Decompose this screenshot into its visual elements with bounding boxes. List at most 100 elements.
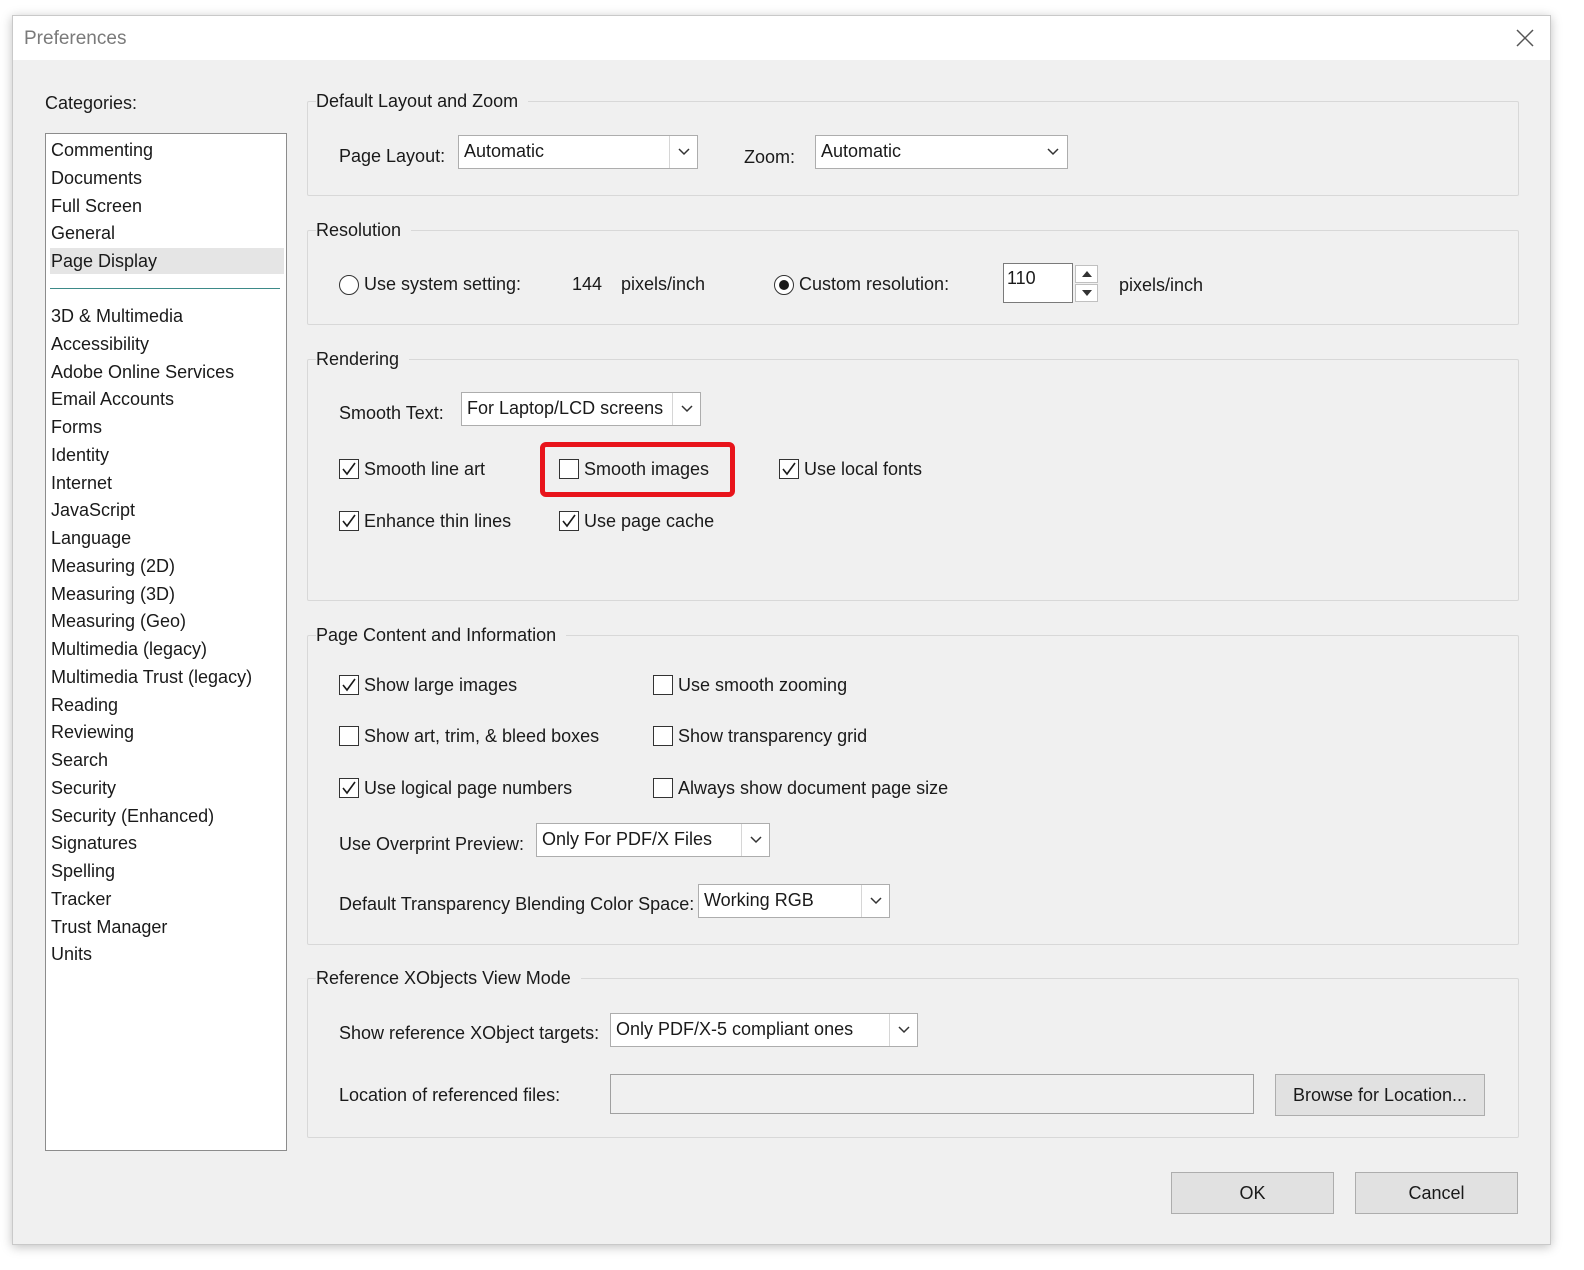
smooth-line-art-checkbox[interactable]	[339, 459, 359, 479]
enhance-thin-lines-checkbox[interactable]	[339, 511, 359, 531]
show-large-images-label: Show large images	[364, 675, 518, 695]
show-transparency-grid-label: Show transparency grid	[678, 726, 868, 746]
category-item[interactable]: Security (Enhanced)	[50, 803, 214, 829]
category-item[interactable]: Reviewing	[50, 719, 134, 745]
show-large-images-checkbox[interactable]	[339, 675, 359, 695]
category-item[interactable]: Reading	[50, 692, 118, 718]
spin-up-button[interactable]	[1075, 265, 1098, 283]
overprint-value: Only For PDF/X Files	[542, 829, 713, 849]
smooth-line-art-label: Smooth line art	[364, 459, 486, 479]
checkmark-icon	[342, 678, 356, 692]
use-smooth-zooming-label: Use smooth zooming	[678, 675, 848, 695]
location-label: Location of referenced files:	[339, 1085, 561, 1105]
use-logical-page-numbers-label: Use logical page numbers	[364, 778, 573, 798]
chevron-down-icon	[861, 885, 889, 917]
use-page-cache-checkbox[interactable]	[559, 511, 579, 531]
smooth-text-select[interactable]: For Laptop/LCD screens	[461, 392, 701, 426]
category-item[interactable]: JavaScript	[50, 497, 135, 523]
category-item[interactable]: Multimedia Trust (legacy)	[50, 664, 252, 690]
category-item[interactable]: Adobe Online Services	[50, 359, 234, 385]
page-layout-value: Automatic	[464, 141, 545, 161]
xobject-targets-label: Show reference XObject targets:	[339, 1023, 600, 1043]
smooth-text-value: For Laptop/LCD screens	[467, 398, 664, 418]
xobject-targets-select[interactable]: Only PDF/X-5 compliant ones	[610, 1013, 918, 1047]
rendering-title: Rendering	[316, 346, 410, 372]
custom-resolution-input[interactable]: 110	[1003, 263, 1073, 303]
resolution-title: Resolution	[316, 217, 412, 243]
system-resolution-value: 144	[572, 274, 603, 294]
close-icon[interactable]	[1514, 27, 1536, 49]
chevron-down-icon	[889, 1014, 917, 1046]
category-item[interactable]: Identity	[50, 442, 109, 468]
category-item[interactable]: Measuring (3D)	[50, 581, 175, 607]
category-item[interactable]: Measuring (2D)	[50, 553, 175, 579]
category-item[interactable]: Security	[50, 775, 116, 801]
custom-resolution-unit: pixels/inch	[1119, 275, 1204, 295]
smooth-text-label: Smooth Text:	[339, 403, 444, 423]
chevron-down-icon	[741, 824, 769, 856]
system-setting-radio[interactable]	[339, 275, 359, 295]
browse-location-button[interactable]: Browse for Location...	[1275, 1074, 1485, 1116]
always-show-page-size-checkbox[interactable]	[653, 778, 673, 798]
show-art-trim-bleed-checkbox[interactable]	[339, 726, 359, 746]
always-show-page-size-label: Always show document page size	[678, 778, 949, 798]
enhance-thin-lines-label: Enhance thin lines	[364, 511, 512, 531]
use-logical-page-numbers-checkbox[interactable]	[339, 778, 359, 798]
category-item[interactable]: Internet	[50, 470, 112, 496]
checkmark-icon	[562, 514, 576, 528]
category-item[interactable]: Tracker	[50, 886, 111, 912]
zoom-select[interactable]: Automatic	[815, 135, 1068, 169]
category-item[interactable]: Spelling	[50, 858, 115, 884]
checkmark-icon	[342, 462, 356, 476]
category-item[interactable]: Language	[50, 525, 131, 551]
category-item[interactable]: Documents	[50, 165, 142, 191]
title-bar: Preferences	[13, 16, 1550, 60]
page-content-title: Page Content and Information	[316, 622, 567, 648]
categories-heading: Categories:	[45, 93, 138, 113]
blending-select[interactable]: Working RGB	[698, 884, 890, 918]
show-transparency-grid-checkbox[interactable]	[653, 726, 673, 746]
preferences-dialog: Preferences Categories: Commenting Docume…	[12, 15, 1551, 1245]
category-item[interactable]: Email Accounts	[50, 386, 174, 412]
category-item[interactable]: Full Screen	[50, 193, 142, 219]
use-smooth-zooming-checkbox[interactable]	[653, 675, 673, 695]
caret-down-icon	[1082, 290, 1092, 296]
cancel-button[interactable]: Cancel	[1355, 1172, 1518, 1214]
page-layout-select[interactable]: Automatic	[458, 135, 698, 169]
category-item[interactable]: Forms	[50, 414, 102, 440]
xobjects-title: Reference XObjects View Mode	[316, 965, 581, 991]
category-item[interactable]: 3D & Multimedia	[50, 303, 183, 329]
zoom-value: Automatic	[821, 141, 902, 161]
xobject-targets-value: Only PDF/X-5 compliant ones	[616, 1019, 854, 1039]
checkmark-icon	[782, 462, 796, 476]
overprint-select[interactable]: Only For PDF/X Files	[536, 823, 770, 857]
categories-list[interactable]: Commenting Documents Full Screen General Pag…	[45, 133, 287, 1151]
chevron-down-icon	[672, 393, 700, 425]
categories-separator	[50, 288, 280, 289]
ok-button[interactable]: OK	[1171, 1172, 1334, 1214]
chevron-down-icon	[1039, 136, 1067, 168]
category-item[interactable]: Units	[50, 941, 92, 967]
category-item[interactable]: Measuring (Geo)	[50, 608, 186, 634]
category-item[interactable]: Commenting	[50, 137, 153, 163]
category-item[interactable]: Search	[50, 747, 108, 773]
category-item[interactable]: Multimedia (legacy)	[50, 636, 207, 662]
chevron-down-icon	[669, 136, 697, 168]
custom-resolution-label: Custom resolution:	[799, 274, 950, 294]
category-item[interactable]: Trust Manager	[50, 914, 167, 940]
category-item[interactable]: Signatures	[50, 830, 137, 856]
location-input[interactable]	[610, 1074, 1254, 1114]
caret-up-icon	[1082, 271, 1092, 277]
category-item[interactable]: Page Display	[50, 248, 284, 275]
custom-resolution-value: 110	[1007, 268, 1036, 288]
blending-value: Working RGB	[704, 890, 814, 910]
category-item[interactable]: Accessibility	[50, 331, 149, 357]
show-art-trim-bleed-label: Show art, trim, & bleed boxes	[364, 726, 600, 746]
system-resolution-unit: pixels/inch	[621, 274, 706, 294]
use-local-fonts-checkbox[interactable]	[779, 459, 799, 479]
category-item[interactable]: General	[50, 220, 115, 246]
spin-down-button[interactable]	[1075, 284, 1098, 302]
dialog-title: Preferences	[24, 28, 127, 49]
custom-resolution-radio[interactable]	[774, 275, 794, 295]
layout-zoom-title: Default Layout and Zoom	[316, 88, 529, 114]
